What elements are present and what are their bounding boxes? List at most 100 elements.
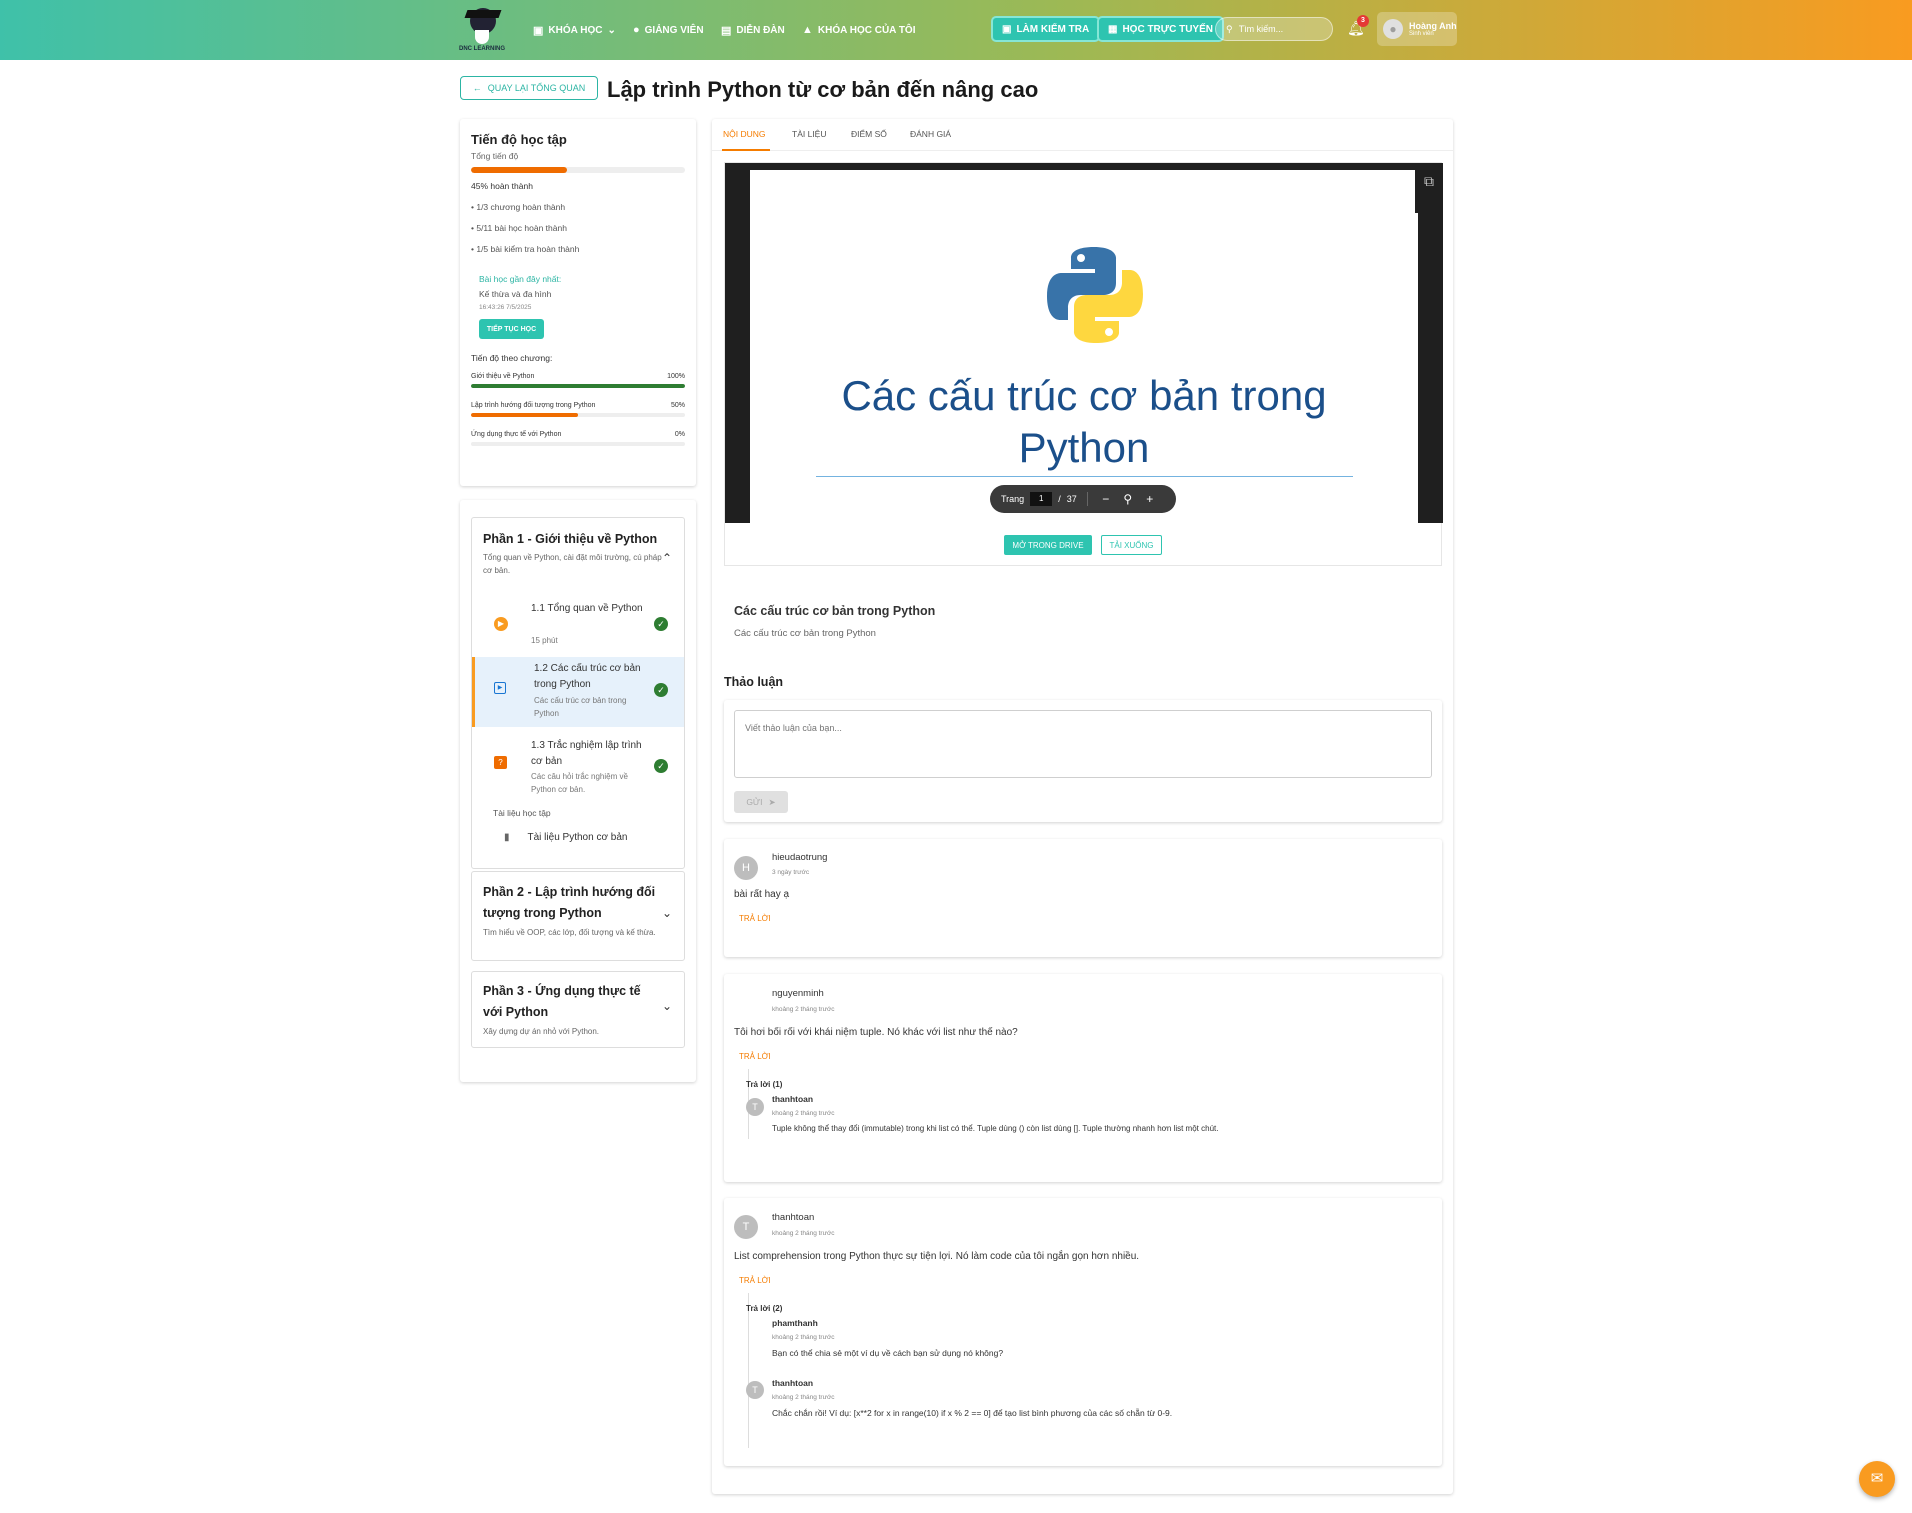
lesson-title: 1.3 Trắc nghiệm lập trình cơ bản — [531, 740, 642, 767]
chapter-progress-bar — [471, 413, 685, 417]
recent-lesson-label: Bài học gần đây nhất: — [479, 274, 562, 284]
chapter-progress-row: Giới thiệu về Python 100% — [471, 373, 685, 380]
slide-viewer[interactable]: Các cấu trúc cơ bản trong Python ⧉ Trang … — [725, 163, 1443, 523]
nav-instructors[interactable]: ● GIẢNG VIÊN — [633, 21, 704, 39]
section-title: Phần 2 - Lập trình hướng đối tượng trong… — [483, 885, 656, 920]
forum-icon: ▤ — [721, 24, 732, 37]
chapter-progress-row: Ứng dụng thực tế với Python 0% — [471, 431, 685, 438]
lesson-desc: Các câu hỏi trắc nghiệm về Python cơ bản… — [531, 772, 628, 794]
search-input[interactable] — [1238, 24, 1319, 34]
comment-text: Tôi hơi bối rối với khái niệm tuple. Nó … — [734, 1027, 1018, 1038]
search-icon: ⚲ — [1226, 23, 1233, 34]
lesson-title: 1.1 Tổng quan về Python — [531, 603, 643, 614]
nav-my-courses[interactable]: ▲ KHÓA HỌC CỦA TÔI — [802, 21, 915, 39]
nav-forum[interactable]: ▤ DIỄN ĐÀN — [721, 21, 785, 39]
tab-reviews[interactable]: ĐÁNH GIÁ — [910, 129, 951, 139]
comment-time: khoảng 2 tháng trước — [772, 1230, 835, 1237]
avatar: T — [746, 1098, 764, 1116]
quiz-icon: ▣ — [1002, 23, 1012, 35]
notification-badge: 3 — [1357, 15, 1369, 27]
lesson-desc: Các cấu trúc cơ bản trong Python — [534, 696, 627, 718]
discussion-title: Thảo luận — [724, 675, 784, 689]
chevron-up-icon[interactable]: ⌃ — [662, 551, 672, 565]
reply-time: khoảng 2 tháng trước — [772, 1110, 835, 1117]
slide-divider — [816, 476, 1353, 477]
send-button[interactable]: GỬI ➤ — [734, 791, 788, 813]
lesson-item-active[interactable]: ▶ 1.2 Các cấu trúc cơ bản trong Python C… — [472, 657, 684, 727]
user-menu[interactable]: ● Hoàng Anh Sinh viên — [1377, 12, 1457, 46]
page-total: 37 — [1066, 494, 1077, 504]
download-button[interactable]: TẢI XUỐNG — [1101, 535, 1162, 555]
send-icon: ➤ — [768, 796, 776, 807]
comment-user: hieudaotrung — [772, 852, 828, 863]
check-icon: ✓ — [654, 617, 668, 631]
check-icon: ✓ — [654, 759, 668, 773]
chevron-down-icon[interactable]: ⌄ — [662, 999, 672, 1013]
section-title: Phần 1 - Giới thiệu về Python — [483, 532, 658, 546]
live-class-button[interactable]: ▦ HỌC TRỰC TUYẾN — [1097, 16, 1224, 42]
materials-label: Tài liệu học tập — [493, 808, 551, 818]
back-to-overview-button[interactable]: ← QUAY LẠI TỔNG QUAN — [460, 76, 598, 100]
active-tab-indicator — [722, 149, 770, 151]
material-item[interactable]: ▮ Tài liệu Python cơ bản — [504, 832, 627, 843]
section-desc: Tổng quan về Python, cài đặt môi trường,… — [483, 553, 662, 575]
chapter-progress-label: Tiến độ theo chương: — [471, 353, 553, 363]
stat-lessons: • 5/11 bài học hoàn thành — [471, 223, 567, 233]
search-box[interactable]: ⚲ — [1215, 17, 1333, 41]
exam-button[interactable]: ▣ LÀM KIỂM TRA — [991, 16, 1101, 42]
page-number-input[interactable]: 1 — [1030, 492, 1053, 506]
video-icon: ▶ — [494, 682, 506, 694]
arrow-left-icon: ← — [472, 83, 482, 93]
chat-icon[interactable]: ✉ — [1859, 1461, 1895, 1497]
reply-button[interactable]: TRẢ LỜI — [739, 914, 771, 923]
section-desc: Xây dựng dự án nhỏ với Python. — [483, 1027, 600, 1036]
reply-button[interactable]: TRẢ LỜI — [739, 1052, 771, 1061]
progress-card: Tiến độ học tập Tổng tiến độ 45% hoàn th… — [460, 119, 696, 486]
open-in-drive-button[interactable]: MỞ TRONG DRIVE — [1004, 535, 1092, 555]
total-progress-label: Tổng tiến độ — [471, 151, 519, 161]
reply-user: thanhtoan — [772, 1378, 814, 1388]
zoom-in-icon[interactable]: + — [1142, 492, 1158, 506]
lesson-item[interactable]: ? 1.3 Trắc nghiệm lập trình cơ bản Các c… — [472, 732, 684, 802]
comment-time: 3 ngày trước — [772, 869, 810, 876]
avatar: H — [734, 856, 758, 880]
open-external-icon[interactable]: ⧉ — [1415, 163, 1443, 213]
tab-grades[interactable]: ĐIỂM SỐ — [851, 129, 887, 139]
comment-card: T thanhtoan khoảng 2 tháng trước List co… — [724, 1198, 1442, 1466]
avatar-icon: ● — [1383, 19, 1403, 39]
calendar-icon: ▦ — [1108, 23, 1118, 35]
continue-learning-button[interactable]: TIẾP TỤC HỌC — [479, 319, 544, 339]
python-logo-icon — [1047, 247, 1143, 343]
progress-title: Tiến độ học tập — [471, 132, 567, 147]
document-viewer: Các cấu trúc cơ bản trong Python ⧉ Trang … — [724, 162, 1443, 566]
tab-content[interactable]: NỘI DUNG — [723, 129, 766, 139]
avatar: T — [734, 1215, 758, 1239]
section-3[interactable]: Phần 3 - Ứng dụng thực tế với Python Xây… — [471, 971, 685, 1048]
section-desc: Tìm hiểu về OOP, các lớp, đối tượng và k… — [483, 928, 656, 937]
avatar — [734, 989, 758, 1013]
logo[interactable]: DNC LEARNING — [458, 6, 506, 54]
chapter-progress-row: Lập trình hướng đối tượng trong Python 50… — [471, 402, 685, 409]
reply-time: khoảng 2 tháng trước — [772, 1394, 835, 1401]
replies-count: Trả lời (1) — [746, 1080, 783, 1089]
lesson-item[interactable]: ▶ 1.1 Tổng quan về Python 15 phút ✓ — [472, 598, 684, 648]
discussion-form: GỬI➤ — [724, 700, 1442, 822]
discussion-input[interactable] — [734, 710, 1432, 778]
chapter-progress-bar — [471, 442, 685, 446]
nav-courses[interactable]: ▣ KHÓA HỌC ⌄ — [533, 21, 616, 39]
reply-text: Tuple không thể thay đổi (immutable) tro… — [772, 1124, 1219, 1133]
check-icon: ✓ — [654, 683, 668, 697]
zoom-out-icon[interactable]: − — [1098, 492, 1114, 506]
section-1[interactable]: Phần 1 - Giới thiệu về Python Tổng quan … — [471, 517, 685, 869]
tab-materials[interactable]: TÀI LIỆU — [792, 129, 826, 139]
chevron-down-icon[interactable]: ⌄ — [662, 906, 672, 920]
section-2[interactable]: Phần 2 - Lập trình hướng đối tượng trong… — [471, 871, 685, 961]
stat-quizzes: • 1/5 bài kiểm tra hoàn thành — [471, 244, 580, 254]
chapter-progress-bar — [471, 384, 685, 388]
comment-user: nguyenminh — [772, 988, 824, 999]
user-role: Sinh viên — [1409, 31, 1434, 37]
progress-percent: 45% hoàn thành — [471, 181, 533, 191]
logo-text: DNC LEARNING — [459, 46, 505, 52]
reply-button[interactable]: TRẢ LỜI — [739, 1276, 771, 1285]
zoom-icon[interactable]: ⚲ — [1120, 492, 1136, 506]
